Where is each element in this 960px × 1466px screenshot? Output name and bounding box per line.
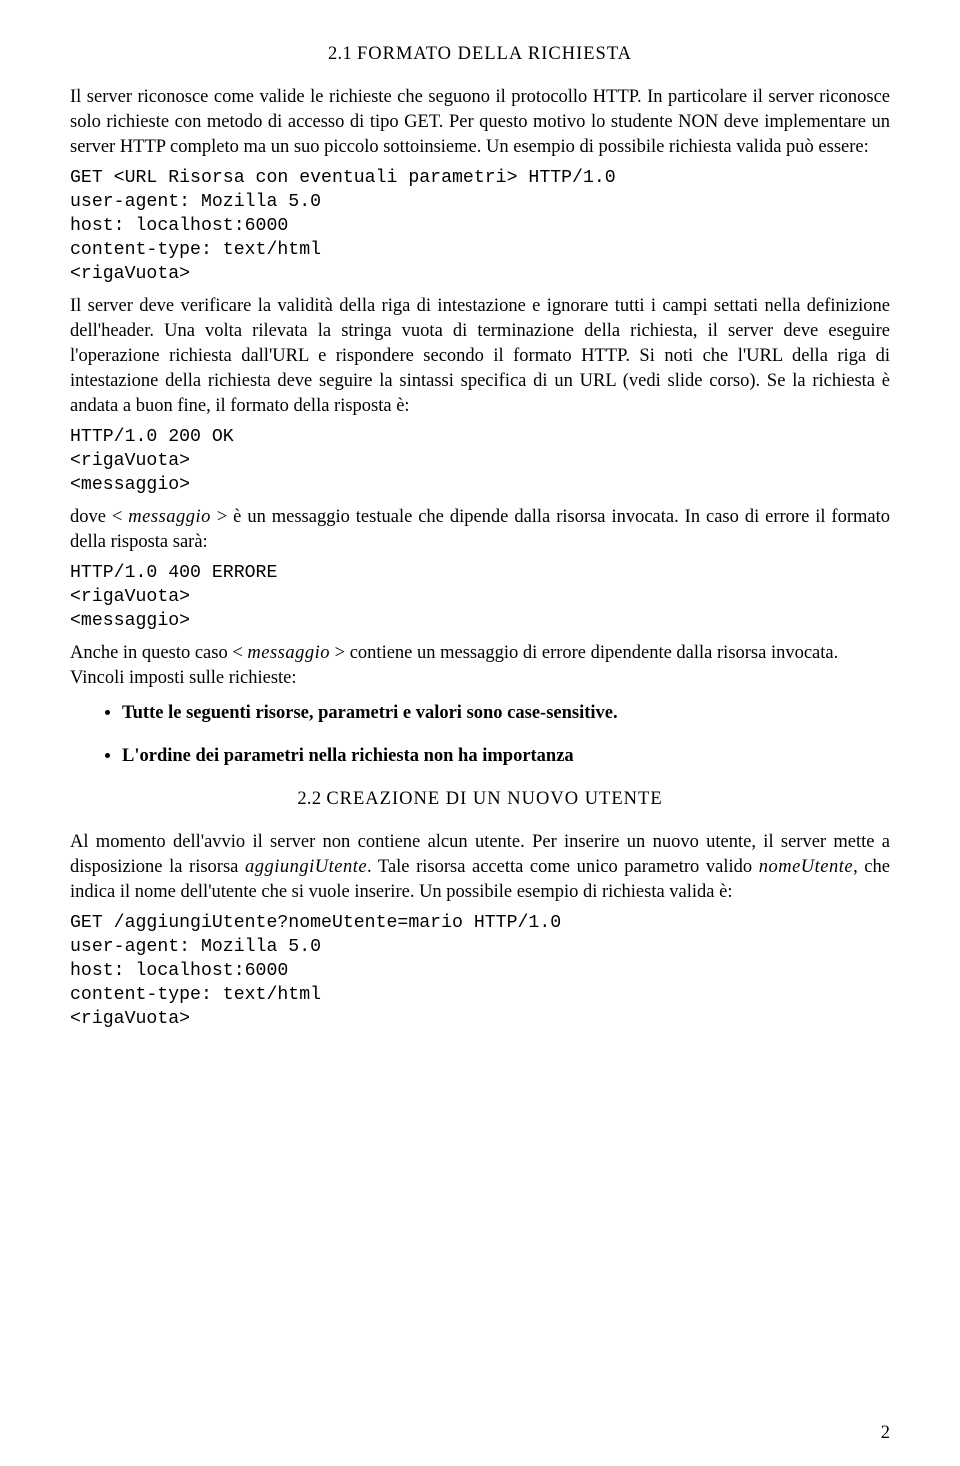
section-title: CREAZIONE DI UN NUOVO UTENTE — [326, 789, 662, 809]
paragraph: Vincoli imposti sulle richieste: — [70, 666, 890, 691]
paragraph: Il server deve verificare la validità de… — [70, 294, 890, 419]
list-item: L'ordine dei parametri nella richiesta n… — [122, 744, 890, 769]
code-block: GET /aggiungiUtente?nomeUtente=mario HTT… — [70, 911, 890, 1031]
code-block: GET <URL Risorsa con eventuali parametri… — [70, 166, 890, 286]
section-heading-2-1: 2.1 FORMATO DELLA RICHIESTA — [70, 42, 890, 67]
code-block: HTTP/1.0 200 OK <rigaVuota> <messaggio> — [70, 425, 890, 497]
page-number: 2 — [881, 1421, 890, 1446]
section-number: 2.2 — [297, 789, 321, 809]
paragraph: dove < messaggio > è un messaggio testua… — [70, 505, 890, 555]
paragraph: Al momento dell'avvio il server non cont… — [70, 830, 890, 905]
bullet-list: Tutte le seguenti risorse, parametri e v… — [70, 701, 890, 769]
list-item: Tutte le seguenti risorse, parametri e v… — [122, 701, 890, 726]
section-number: 2.1 — [328, 44, 352, 64]
italic-term: aggiungiUtente — [245, 857, 367, 877]
text-fragment: Anche in questo caso < — [70, 643, 247, 663]
paragraph: Anche in questo caso < messaggio > conti… — [70, 641, 890, 666]
code-block: HTTP/1.0 400 ERRORE <rigaVuota> <messagg… — [70, 561, 890, 633]
section-title: FORMATO DELLA RICHIESTA — [357, 44, 632, 64]
text-fragment: > contiene un messaggio di errore dipend… — [330, 643, 838, 663]
text-fragment: . Tale risorsa accetta come unico parame… — [367, 857, 759, 877]
italic-term: messaggio — [128, 507, 211, 527]
italic-term: messaggio — [247, 643, 330, 663]
paragraph: Il server riconosce come valide le richi… — [70, 85, 890, 160]
section-heading-2-2: 2.2 CREAZIONE DI UN NUOVO UTENTE — [70, 787, 890, 812]
text-fragment: dove < — [70, 507, 128, 527]
italic-term: nomeUtente — [759, 857, 853, 877]
document-page: 2.1 FORMATO DELLA RICHIESTA Il server ri… — [0, 0, 960, 1466]
